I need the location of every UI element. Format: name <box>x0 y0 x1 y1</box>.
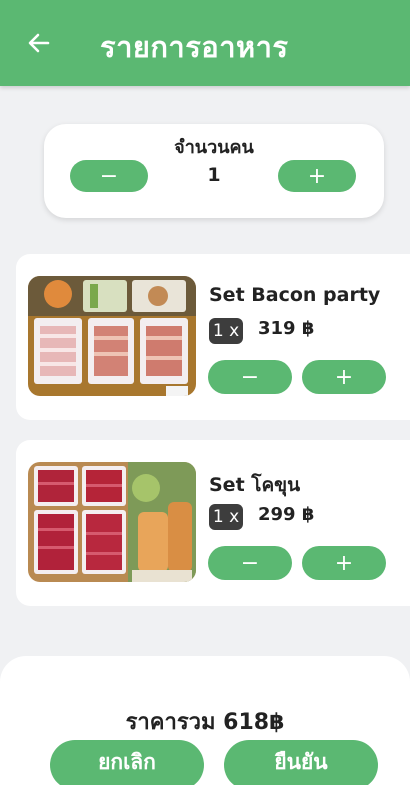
beef-set-image <box>28 462 196 582</box>
page-title: รายการอาหาร <box>100 30 289 64</box>
item-decrease-button[interactable]: − <box>208 360 292 394</box>
total-price: ราคารวม 618฿ <box>125 710 285 735</box>
quantity-badge: 1 x <box>209 318 243 344</box>
people-count-label: จำนวนคน <box>174 137 254 158</box>
item-price: 319 ฿ <box>258 318 315 339</box>
item-increase-button[interactable]: + <box>302 360 386 394</box>
people-increase-button[interactable]: + <box>278 160 356 192</box>
item-name: Set Bacon party <box>209 284 381 306</box>
item-name: Set โคขุน <box>209 474 301 496</box>
app-bar: รายการอาหาร <box>0 0 410 86</box>
menu-item-card: Set Bacon party 1 x 319 ฿ − + <box>16 254 410 420</box>
people-count-value: 1 <box>207 164 221 186</box>
people-count-card: จำนวนคน − 1 + <box>44 124 384 218</box>
quantity-badge: 1 x <box>209 504 243 530</box>
people-decrease-button[interactable]: − <box>70 160 148 192</box>
menu-item-card: Set โคขุน 1 x 299 ฿ − + <box>16 440 410 606</box>
bacon-set-image <box>28 276 196 396</box>
back-button[interactable] <box>26 30 52 56</box>
arrow-left-icon <box>28 33 50 53</box>
confirm-button[interactable]: ยืนยัน <box>224 740 378 785</box>
item-decrease-button[interactable]: − <box>208 546 292 580</box>
item-price: 299 ฿ <box>258 504 315 525</box>
item-increase-button[interactable]: + <box>302 546 386 580</box>
cancel-button[interactable]: ยกเลิก <box>50 740 204 785</box>
